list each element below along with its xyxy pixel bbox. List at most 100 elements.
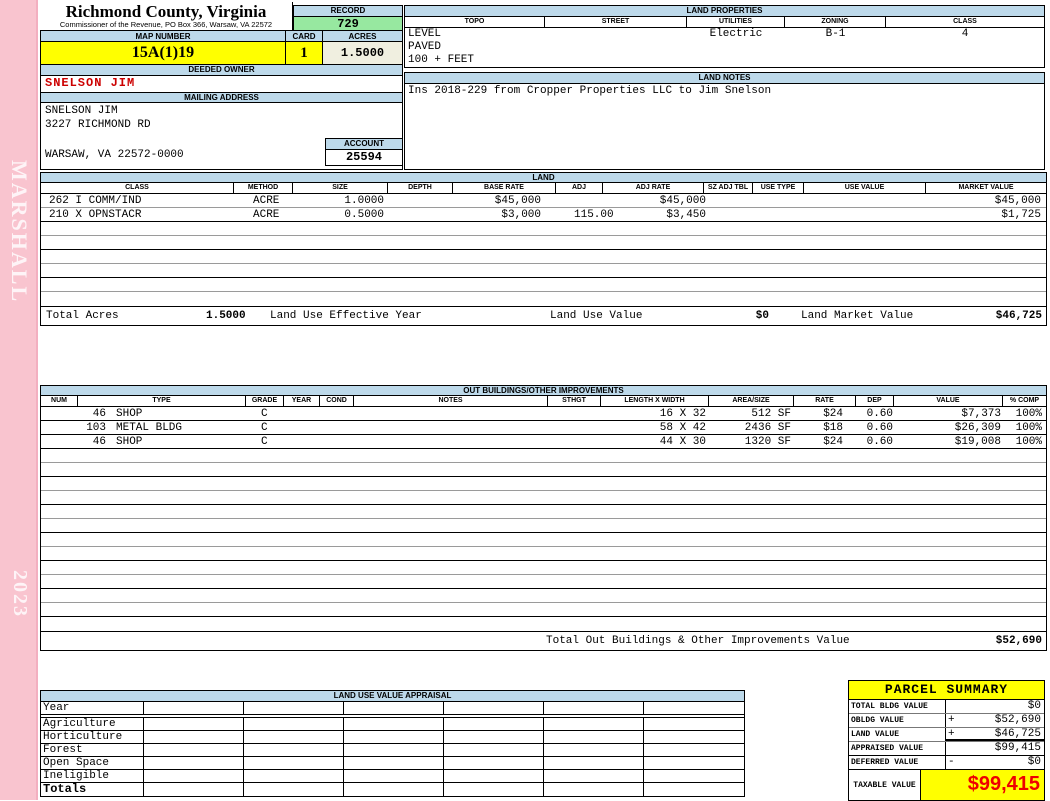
topo-value: LEVEL	[408, 28, 442, 40]
empty-row	[41, 547, 1046, 561]
empty-row	[41, 477, 1046, 491]
land-table-headers: CLASS METHOD SIZE DEPTH BASE RATE ADJ AD…	[41, 183, 1046, 194]
ob-num: 46	[92, 436, 106, 448]
acres-label: ACRES	[323, 31, 402, 42]
col-cond: COND	[320, 396, 354, 407]
out-buildings-headers: NUM TYPE GRADE YEAR COND NOTES STHGT LEN…	[41, 396, 1046, 407]
map-card-acres-headers: MAP NUMBER CARD ACRES	[41, 31, 402, 42]
account-label: ACCOUNT	[326, 139, 402, 150]
op: +	[948, 714, 955, 726]
col-adj-rate: ADJ RATE	[603, 183, 704, 194]
empty-row	[41, 292, 1046, 306]
land-properties-title: LAND PROPERTIES	[405, 6, 1044, 17]
col-value: VALUE	[894, 396, 1003, 407]
land-class: 210 X OPNSTACR	[49, 209, 142, 221]
col-use-value: USE VALUE	[804, 183, 926, 194]
ob-lxw: 16 X 32	[659, 408, 706, 420]
out-buildings-title: OUT BUILDINGS/OTHER IMPROVEMENTS	[41, 386, 1046, 396]
land-properties-values: LEVEL PAVED 100 + FEET Electric B-1 4	[405, 28, 1044, 67]
county-title-block: Richmond County, Virginia Commissioner o…	[40, 2, 293, 30]
lua-row: Year	[41, 702, 744, 715]
total-bldg-value: $0	[1027, 700, 1041, 712]
empty-row	[41, 617, 1046, 631]
ob-grade: C	[261, 436, 268, 448]
ob-comp: 100%	[1015, 422, 1042, 434]
deferred-value: $0	[1027, 756, 1041, 768]
col-use-type: USE TYPE	[753, 183, 804, 194]
ob-type: SHOP	[116, 408, 143, 420]
col-zoning: ZONING	[785, 17, 886, 28]
taxable-value-label: TAXABLE VALUE	[849, 770, 921, 800]
col-market-value: MARKET VALUE	[926, 183, 1046, 194]
account-box: ACCOUNT 25594	[325, 138, 403, 166]
land-base-rate: $3,000	[501, 209, 541, 221]
acres-value: 1.5000	[323, 42, 402, 65]
land-method: ACRE	[253, 195, 280, 207]
obldg-value: $52,690	[994, 714, 1041, 726]
land-market-value: $45,000	[994, 195, 1041, 207]
empty-row	[41, 250, 1046, 264]
street-frontage-value: 100 + FEET	[408, 54, 475, 66]
sidebar: MARSHALL 2023	[0, 0, 38, 800]
lua-row: Ineligible	[41, 770, 744, 783]
summary-row: DEFERRED VALUE - $0	[849, 756, 1044, 770]
empty-row	[41, 463, 1046, 477]
out-building-row: 46 SHOP C 44 X 30 1320 SF $24 0.60 $19,0…	[41, 435, 1046, 449]
land-table-title: LAND	[41, 173, 1046, 183]
empty-row	[41, 491, 1046, 505]
lua-totals-row: Totals	[41, 783, 744, 796]
ob-type: SHOP	[116, 436, 143, 448]
land-size: 0.5000	[344, 209, 384, 221]
summary-row: LAND VALUE + $46,725	[849, 728, 1044, 742]
summary-row: OBLDG VALUE + $52,690	[849, 714, 1044, 728]
lua-row-label: Open Space	[41, 757, 144, 769]
empty-row	[41, 603, 1046, 617]
lua-row-label: Year	[41, 702, 144, 714]
ob-dep: 0.60	[866, 436, 893, 448]
land-adj: 115.00	[574, 209, 614, 221]
lua-row: Open Space	[41, 757, 744, 770]
effective-year-label: Land Use Effective Year	[270, 310, 422, 322]
use-value-label: Land Use Value	[550, 310, 643, 322]
total-acres-label: Total Acres	[46, 310, 119, 322]
lua-row-label: Ineligible	[41, 770, 144, 782]
ob-num: 46	[92, 408, 106, 420]
sidebar-year-label: 2023	[9, 570, 31, 618]
empty-row	[41, 561, 1046, 575]
empty-row	[41, 236, 1046, 250]
empty-row	[41, 589, 1046, 603]
record-label: RECORD	[294, 6, 402, 17]
ob-total-value: $52,690	[995, 635, 1042, 647]
out-building-row: 103 METAL BLDG C 58 X 42 2436 SF $18 0.6…	[41, 421, 1046, 435]
land-properties-headers: TOPO STREET UTILITIES ZONING CLASS	[405, 17, 1044, 28]
record-value: 729	[294, 17, 402, 31]
address-line: 3227 RICHMOND RD	[45, 119, 151, 131]
ob-comp: 100%	[1015, 436, 1042, 448]
col-utilities: UTILITIES	[687, 17, 785, 28]
land-base-rate: $45,000	[494, 195, 541, 207]
ob-dep: 0.60	[866, 422, 893, 434]
account-value: 25594	[345, 150, 382, 164]
col-method: METHOD	[234, 183, 293, 194]
mailing-address-label: MAILING ADDRESS	[41, 92, 402, 103]
col-rate: RATE	[794, 396, 856, 407]
land-table: LAND CLASS METHOD SIZE DEPTH BASE RATE A…	[40, 172, 1047, 326]
street-type-value: PAVED	[408, 41, 442, 53]
ob-value: $26,309	[954, 422, 1001, 434]
deeded-owner-value: SNELSON JIM	[45, 76, 136, 90]
land-method: ACRE	[253, 209, 280, 221]
ob-area: 1320 SF	[744, 436, 791, 448]
col-size: SIZE	[293, 183, 388, 194]
lua-row: Agriculture	[41, 718, 744, 731]
appraised-value: $99,415	[994, 742, 1041, 754]
land-notes-box: LAND NOTES Ins 2018-229 from Cropper Pro…	[404, 72, 1045, 170]
ob-lxw: 44 X 30	[659, 436, 706, 448]
land-value-label: LAND VALUE	[849, 728, 946, 741]
col-sz-adj-tbl: SZ ADJ TBL	[704, 183, 753, 194]
ob-value: $7,373	[961, 408, 1001, 420]
ob-grade: C	[261, 422, 268, 434]
land-row: 262 I COMM/IND ACRE 1.0000 $45,000 $45,0…	[41, 194, 1046, 208]
col-topo: TOPO	[405, 17, 545, 28]
col-num: NUM	[41, 396, 78, 407]
out-buildings-table: OUT BUILDINGS/OTHER IMPROVEMENTS NUM TYP…	[40, 385, 1047, 651]
